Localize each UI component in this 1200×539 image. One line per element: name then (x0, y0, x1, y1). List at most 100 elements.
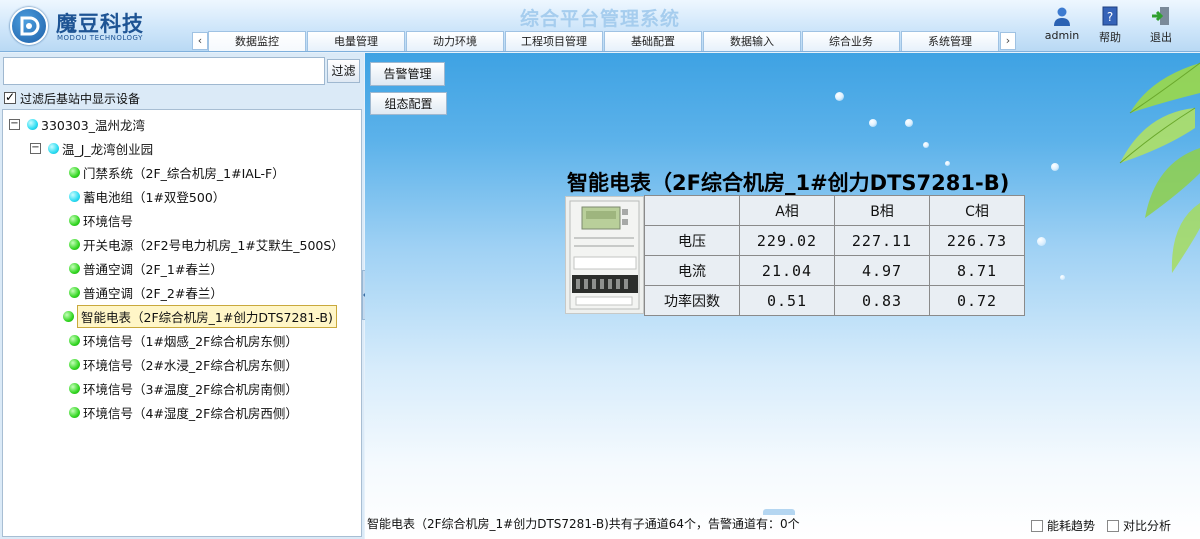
tree-device-label: 环境信号（4#湿度_2F综合机房西侧） (83, 405, 298, 421)
tree-device-item[interactable]: 普通空调（2F_1#春兰） (69, 258, 223, 278)
status-dot-icon (27, 118, 38, 130)
table-cell: 0.72 (929, 285, 1025, 316)
table-cell: 0.83 (834, 285, 930, 316)
tree-device-item[interactable]: 普通空调（2F_2#春兰） (69, 282, 223, 302)
help-button[interactable]: ? 帮助 (1088, 5, 1132, 45)
help-label: 帮助 (1099, 31, 1121, 44)
tree-site-node[interactable]: − 温_J_龙湾创业园 (30, 138, 153, 158)
tree-device-item[interactable]: 蓄电池组（1#双登500） (69, 186, 225, 206)
show-devices-checkbox[interactable] (4, 90, 16, 104)
row-label-power-factor: 功率因数 (644, 285, 740, 316)
svg-text:?: ? (1107, 10, 1113, 24)
alarm-management-button[interactable]: 告警管理 (370, 62, 445, 86)
tab-data-monitor[interactable]: 数据监控 (208, 31, 306, 51)
table-row: 电压 229.02 227.11 226.73 (644, 225, 1025, 256)
status-text: 智能电表（2F综合机房_1#创力DTS7281-B)共有子通道64个，告警通道有… (367, 517, 800, 531)
smart-meter-icon (569, 200, 640, 310)
status-dot-icon (69, 286, 80, 298)
status-dot-icon (69, 358, 80, 370)
filter-input[interactable] (3, 57, 325, 85)
tree-device-item-selected[interactable]: 智能电表（2F综合机房_1#创力DTS7281-B) (63, 304, 337, 328)
user-icon (1054, 7, 1070, 26)
tab-scroll-left-button[interactable]: ‹ (192, 32, 208, 50)
status-dot-icon (69, 238, 80, 250)
show-devices-option[interactable]: 过滤后基站中显示设备 (4, 90, 140, 106)
tree-device-label: 环境信号（1#烟感_2F综合机房东侧） (83, 333, 298, 349)
tree-device-label: 普通空调（2F_2#春兰） (83, 285, 223, 301)
tree-device-label: 环境信号（3#温度_2F综合机房南侧） (83, 381, 298, 397)
tab-system-management[interactable]: 系统管理 (901, 31, 999, 51)
column-header-b: B相 (834, 195, 930, 226)
bubble-decoration (1051, 163, 1059, 171)
tab-basic-config[interactable]: 基础配置 (604, 31, 702, 51)
table-row: 功率因数 0.51 0.83 0.72 (644, 285, 1025, 316)
app-header: 魔豆科技 MODOU TECHNOLOGY 综合平台管理系统 ‹ 数据监控 电量… (0, 0, 1200, 52)
filter-button[interactable]: 过滤 (327, 59, 360, 83)
tab-integrated-business[interactable]: 综合业务 (802, 31, 900, 51)
status-dot-icon (69, 382, 80, 394)
tab-power-environment[interactable]: 动力环境 (406, 31, 504, 51)
smart-meter-image (565, 196, 644, 314)
tree-device-label: 开关电源（2F2号电力机房_1#艾默生_500S） (83, 237, 344, 253)
main-tabs: 数据监控 电量管理 动力环境 工程项目管理 基础配置 数据输入 综合业务 系统管… (208, 31, 1000, 52)
bubble-decoration (1037, 237, 1046, 246)
table-cell: 21.04 (739, 255, 835, 286)
device-tree: − 330303_温州龙湾 − 温_J_龙湾创业园 门禁系统（2F_综合机房_1… (2, 109, 362, 537)
energy-trend-checkbox[interactable] (1031, 519, 1043, 532)
brand-subtitle: MODOU TECHNOLOGY (57, 34, 143, 42)
tab-data-input[interactable]: 数据输入 (703, 31, 801, 51)
tree-device-label: 环境信号 (83, 213, 134, 229)
tree-device-item[interactable]: 环境信号 (69, 210, 133, 230)
bubble-decoration (923, 142, 929, 148)
bubble-decoration (945, 161, 950, 166)
main-content: 告警管理 组态配置 智能电表（2F综合机房_1#创力DTS7281-B) A相 … (365, 53, 1200, 539)
tree-device-label: 蓄电池组（1#双登500） (83, 189, 226, 205)
compare-checkbox[interactable] (1107, 519, 1119, 532)
status-dot-icon (48, 142, 59, 154)
row-label-current: 电流 (644, 255, 740, 286)
user-label: admin (1044, 29, 1080, 42)
logout-button[interactable]: 退出 (1139, 5, 1183, 45)
tree-device-item[interactable]: 环境信号（4#湿度_2F综合机房西侧） (69, 402, 298, 422)
status-dot-icon (69, 190, 80, 202)
compare-option[interactable]: 对比分析 (1107, 517, 1171, 534)
show-devices-label: 过滤后基站中显示设备 (20, 91, 141, 106)
tree-device-label: 智能电表（2F综合机房_1#创力DTS7281-B) (77, 304, 337, 328)
system-title: 综合平台管理系统 (519, 8, 680, 30)
status-dot-icon (69, 334, 80, 346)
tree-device-item[interactable]: 开关电源（2F2号电力机房_1#艾默生_500S） (69, 234, 344, 254)
tree-root-label: 330303_温州龙湾 (41, 117, 145, 133)
table-cell: 0.51 (739, 285, 835, 316)
compare-label: 对比分析 (1123, 519, 1172, 533)
table-corner-cell (644, 195, 740, 226)
logout-label: 退出 (1150, 31, 1172, 44)
table-cell: 8.71 (929, 255, 1025, 286)
table-cell: 226.73 (929, 225, 1025, 256)
collapse-icon[interactable]: − (30, 142, 41, 154)
tree-device-item[interactable]: 环境信号（2#水浸_2F综合机房东侧） (69, 354, 298, 374)
config-button[interactable]: 组态配置 (370, 92, 447, 115)
column-header-a: A相 (739, 195, 835, 226)
tree-device-item[interactable]: 环境信号（1#烟感_2F综合机房东侧） (69, 330, 298, 350)
table-row: 电流 21.04 4.97 8.71 (644, 255, 1025, 286)
table-cell: 227.11 (834, 225, 930, 256)
table-header-row: A相 B相 C相 (644, 195, 1025, 226)
energy-trend-option[interactable]: 能耗趋势 (1031, 517, 1095, 534)
column-header-c: C相 (929, 195, 1025, 226)
tree-root-node[interactable]: − 330303_温州龙湾 (9, 114, 145, 134)
bubble-decoration (905, 119, 913, 127)
tab-project-management[interactable]: 工程项目管理 (505, 31, 603, 51)
tab-scroll-right-button[interactable]: › (1000, 32, 1016, 50)
collapse-icon[interactable]: − (9, 118, 20, 130)
tab-power-management[interactable]: 电量管理 (307, 31, 405, 51)
status-dot-icon (63, 310, 74, 322)
status-dot-icon (69, 262, 80, 274)
logo-icon (20, 16, 40, 36)
tree-device-item[interactable]: 环境信号（3#温度_2F综合机房南侧） (69, 378, 298, 398)
user-button[interactable]: admin (1040, 5, 1084, 42)
bubble-decoration (835, 92, 844, 101)
logout-icon (1152, 7, 1169, 25)
brand-logo (10, 7, 48, 45)
tree-device-item[interactable]: 门禁系统（2F_综合机房_1#IAL-F） (69, 162, 285, 182)
status-dot-icon (69, 166, 80, 178)
